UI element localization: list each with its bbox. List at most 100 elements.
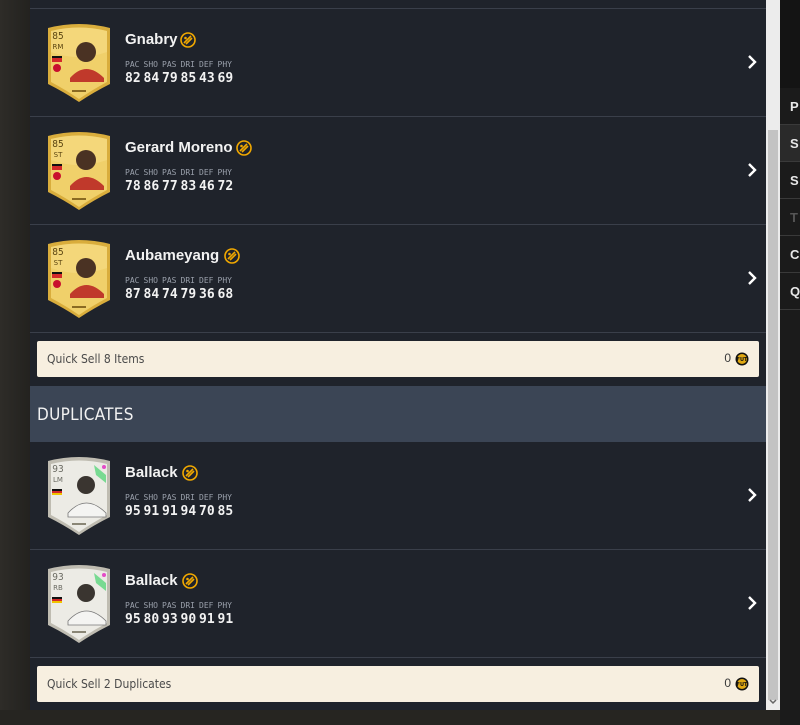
player-name: Ballack [125, 572, 178, 589]
stat-label: PAC [125, 601, 140, 610]
chevron-right-icon[interactable] [745, 162, 759, 178]
player-card: 93 RB [44, 563, 114, 645]
background-bottom [0, 710, 800, 725]
stat-labels: PAC SHO PAS DRI DEF PHY [125, 168, 236, 177]
stat-value: 46 [199, 179, 215, 194]
card-rating: 85 [52, 247, 64, 258]
stat-value: 82 [125, 71, 141, 86]
stat-value: 91 [217, 612, 234, 627]
stat-label: DRI [180, 493, 195, 502]
chemistry-style-icon [236, 140, 252, 156]
stat-label: PAS [162, 60, 177, 69]
stat-label: PAS [162, 601, 177, 610]
right-panel-header [780, 0, 800, 88]
player-card: 85 RM [44, 22, 114, 104]
chevron-right-icon[interactable] [745, 487, 759, 503]
stat-value: 84 [143, 71, 160, 86]
stat-value: 91 [162, 504, 178, 519]
stat-label: DEF [199, 493, 214, 502]
stat-label: PAS [162, 168, 177, 177]
stat-value: 79 [180, 287, 197, 302]
stat-label: DEF [199, 60, 214, 69]
stat-values: 87 84 74 79 36 68 [125, 287, 236, 302]
coin-icon: FUT [735, 352, 749, 366]
player-card: 93 LM [44, 455, 114, 537]
card-position: ST [53, 151, 63, 159]
stat-label: PAC [125, 493, 140, 502]
stat-value: 80 [143, 612, 160, 627]
stat-value: 43 [199, 71, 215, 86]
stat-label: SHO [143, 276, 158, 285]
card-rating: 93 [52, 464, 64, 475]
stat-value: 84 [143, 287, 160, 302]
player-card: 85 ST [44, 130, 114, 212]
side-menu-item[interactable]: P [780, 88, 800, 125]
player-row[interactable]: 85 ST Aubameyang PAC SHO PAS DRI DEF PHY 87 84 74 79… [30, 225, 766, 333]
stat-value: 91 [143, 504, 160, 519]
right-side-panel: PSSTCQ [780, 0, 800, 725]
scrollbar-thumb[interactable] [768, 130, 778, 700]
card-position: ST [53, 259, 63, 267]
player-name: Gerard Moreno [125, 139, 233, 156]
card-position: RB [53, 584, 63, 592]
player-row[interactable]: 93 RB Ballack PAC SHO PAS DRI DEF PHY 95 80 93 90 91 9… [30, 550, 766, 658]
chevron-right-icon[interactable] [745, 270, 759, 286]
stat-values: 82 84 79 85 43 69 [125, 71, 236, 86]
player-row[interactable]: 85 RM Gnabry PAC SHO PAS DRI DEF PHY 82 84 79 85 43 69 [30, 9, 766, 117]
stat-label: DEF [199, 168, 214, 177]
stat-values: 95 80 93 90 91 91 [125, 612, 236, 627]
chemistry-style-icon [182, 573, 198, 589]
stat-label: DRI [180, 168, 195, 177]
stat-label: PAS [162, 276, 177, 285]
stat-label: SHO [143, 493, 158, 502]
stat-value: 72 [217, 179, 234, 194]
stat-label: DRI [180, 276, 195, 285]
stat-label: SHO [143, 601, 158, 610]
player-row[interactable]: 93 LM Ballack PAC SHO PAS DRI DEF PHY 95 91 91 94 70 8… [30, 442, 766, 550]
chevron-right-icon[interactable] [745, 595, 759, 611]
scrollbar[interactable] [766, 0, 780, 710]
chevron-right-icon[interactable] [745, 54, 759, 70]
stat-value: 74 [162, 287, 178, 302]
player-row[interactable]: 85 ST Gerard Moreno PAC SHO PAS DRI DEF PHY 78 86 7… [30, 117, 766, 225]
section-title: DUPLICATES [37, 405, 134, 425]
stat-label: PHY [217, 60, 232, 69]
stat-value: 69 [217, 71, 234, 86]
stat-value: 85 [180, 71, 197, 86]
background-left [0, 0, 30, 725]
player-name: Gnabry [125, 31, 178, 48]
stat-label: PHY [217, 493, 232, 502]
unassigned-items-list: Quick Sell 8 Items 0 FUT DUPLICATES Quic… [30, 0, 766, 710]
quick-sell-items-button[interactable]: Quick Sell 8 Items 0 FUT [37, 341, 759, 377]
stat-value: 90 [180, 612, 197, 627]
quick-sell-value: 0 [724, 351, 731, 365]
side-menu-item[interactable]: C [780, 236, 800, 273]
stat-label: PHY [217, 276, 232, 285]
stat-values: 95 91 91 94 70 85 [125, 504, 236, 519]
stat-label: SHO [143, 60, 158, 69]
stat-value: 77 [162, 179, 178, 194]
stat-label: DEF [199, 276, 214, 285]
stat-value: 87 [125, 287, 141, 302]
stat-value: 95 [125, 612, 141, 627]
player-card: 85 ST [44, 238, 114, 320]
stat-labels: PAC SHO PAS DRI DEF PHY [125, 493, 236, 502]
quick-sell-duplicates-button[interactable]: Quick Sell 2 Duplicates 0 FUT [37, 666, 759, 702]
svg-text:FUT: FUT [737, 357, 748, 363]
chemistry-style-icon [180, 32, 196, 48]
quick-sell-label: Quick Sell 8 Items [47, 352, 145, 366]
card-rating: 93 [52, 572, 64, 583]
player-name: Ballack [125, 464, 178, 481]
stat-label: DRI [180, 60, 195, 69]
stat-values: 78 86 77 83 46 72 [125, 179, 236, 194]
card-rating: 85 [52, 139, 64, 150]
side-menu-item[interactable]: S [780, 162, 800, 199]
player-name: Aubameyang [125, 247, 220, 264]
chemistry-style-icon [182, 465, 198, 481]
card-position: LM [53, 476, 63, 484]
side-menu-item[interactable]: Q [780, 273, 800, 310]
side-menu-item[interactable]: S [780, 125, 800, 162]
scroll-down-arrow-icon[interactable] [769, 698, 777, 706]
card-rating: 85 [52, 31, 64, 42]
side-menu-item[interactable]: T [780, 199, 800, 236]
